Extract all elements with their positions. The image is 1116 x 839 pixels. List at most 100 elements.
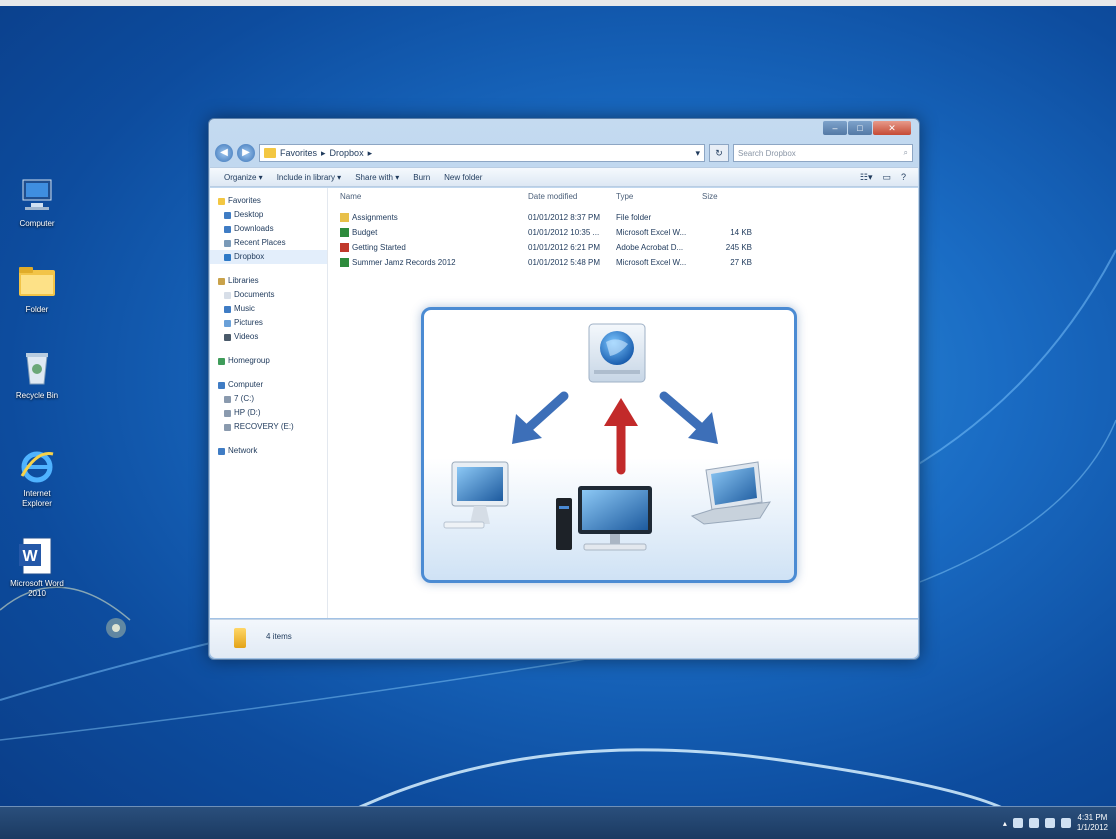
close-button[interactable]: ✕ [873,121,911,135]
nav-item-videos[interactable]: Videos [210,330,327,344]
column-header-size[interactable]: Size [702,192,752,204]
column-header-type[interactable]: Type [616,192,702,204]
desktop-icon-internet-explorer[interactable]: Internet Explorer [8,446,66,509]
videos-icon [224,333,231,341]
desktop-icon-label: Recycle Bin [15,391,59,400]
breadcrumb-dropbox[interactable]: Dropbox [330,148,364,158]
file-type: Microsoft Excel W... [616,258,687,267]
file-row[interactable]: Summer Jamz Records 2012 01/01/2012 5:48 … [340,255,752,270]
volume-icon[interactable] [1044,818,1055,828]
file-type-icon [340,243,349,253]
libraries-icon [218,277,225,285]
nav-item-documents[interactable]: Documents [210,288,327,302]
burn-button[interactable]: Burn [413,173,430,182]
share-with-button[interactable]: Share with ▾ [355,173,399,182]
nav-favorites-header[interactable]: Favorites [210,194,327,208]
desktop-pc-icon [556,486,652,551]
column-header-name[interactable]: Name [340,192,528,204]
clock-date: 1/1/2012 [1076,823,1108,832]
column-header-date[interactable]: Date modified [528,192,616,204]
nav-item-drive-c[interactable]: 7 (C:) [210,392,327,406]
nav-item-downloads[interactable]: Downloads [210,222,327,236]
help-icon[interactable]: ? [901,172,906,183]
show-hidden-icons-icon[interactable]: ▴ [1003,819,1007,828]
laptop-icon [690,461,771,525]
refresh-button[interactable]: ↻ [709,144,729,162]
desktop-icon-label: Folder [25,305,49,314]
file-row[interactable]: Budget 01/01/2012 10:35 ... Microsoft Exce… [340,225,752,240]
nav-item-pictures[interactable]: Pictures [210,316,327,330]
drive-icon [224,423,231,431]
refresh-icon: ↻ [715,148,723,158]
nav-item-music[interactable]: Music [210,302,327,316]
minimize-button[interactable]: – [823,121,847,135]
nav-item-drive-d[interactable]: HP (D:) [210,406,327,420]
views-icon[interactable]: ☷▾ [860,172,873,183]
internet-explorer-icon [17,446,57,486]
nav-network[interactable]: Network [210,444,327,458]
address-bar[interactable]: Favorites ▸ Dropbox ▸ ▾ [259,144,705,162]
search-input[interactable]: Search Dropbox ⌕ [733,144,913,162]
cloud-server-icon [588,323,646,383]
system-tray: ▴ 4:31 PM 1/1/2012 [1003,813,1108,833]
word-icon: W [17,536,57,576]
nav-homegroup[interactable]: Homegroup [210,354,327,368]
favorites-group: Favorites Desktop Downloads Recent Place… [210,194,327,264]
desktop-icon-word[interactable]: W Microsoft Word 2010 [8,536,66,599]
address-dropdown-icon[interactable]: ▾ [695,148,700,159]
downloads-icon [224,225,231,233]
item-count: 4 items [266,632,292,641]
desktop-icon-recycle-bin[interactable]: Recycle Bin [8,348,66,401]
taskbar: ▴ 4:31 PM 1/1/2012 [0,806,1116,839]
address-row: ◀ ▶ Favorites ▸ Dropbox ▸ ▾ ↻ Search Dro… [215,143,913,163]
new-folder-button[interactable]: New folder [444,173,482,182]
file-row[interactable]: Getting Started 01/01/2012 6:21 PM Adobe A… [340,240,752,255]
pictures-icon [224,319,231,327]
sync-diagram [443,323,771,551]
file-type-icon [340,258,349,268]
search-icon: ⌕ [903,148,908,157]
forward-button[interactable]: ▶ [237,144,255,162]
computer-icon [17,176,57,216]
status-bar: 4 items [210,619,918,658]
arrow-up-icon [604,398,638,475]
network-status-icon[interactable] [1028,818,1039,828]
organize-button[interactable]: Organize ▾ [224,173,263,182]
file-date: 01/01/2012 6:21 PM [528,243,601,252]
back-button[interactable]: ◀ [215,144,233,162]
nav-item-drive-e[interactable]: RECOVERY (E:) [210,420,327,434]
back-arrow-icon: ◀ [220,147,228,158]
network-group: Network [210,444,327,458]
recycle-bin-icon [17,348,57,388]
clock[interactable]: 4:31 PM 1/1/2012 [1077,813,1108,833]
nav-libraries-header[interactable]: Libraries [210,274,327,288]
file-type: Microsoft Excel W... [616,228,687,237]
file-type-icon [340,213,349,223]
nav-item-recent-places[interactable]: Recent Places [210,236,327,250]
flag-icon[interactable] [1012,818,1023,828]
nav-item-dropbox[interactable]: Dropbox [210,250,327,264]
maximize-button[interactable]: □ [848,121,872,135]
preview-pane-icon[interactable]: ▭ [882,172,891,183]
desktop-icon-folder[interactable]: Folder [8,262,66,315]
file-type-icon [340,228,349,238]
desktop-icon-computer[interactable]: Computer [8,176,66,229]
file-size [702,210,752,225]
folder-icon [17,262,57,302]
breadcrumb-separator-icon: ▸ [321,147,326,158]
homegroup-icon [218,357,225,365]
breadcrumb-favorites[interactable]: Favorites [280,148,317,158]
sync-illustration [421,307,797,583]
file-row[interactable]: Assignments 01/01/2012 8:37 PM File folder [340,210,752,225]
computer-group: Computer 7 (C:) HP (D:) RECOVERY (E:) [210,378,327,434]
include-in-library-button[interactable]: Include in library ▾ [277,173,342,182]
forward-arrow-icon: ▶ [242,147,250,158]
nav-item-desktop[interactable]: Desktop [210,208,327,222]
file-name: Summer Jamz Records 2012 [340,255,528,270]
power-icon[interactable] [1060,818,1071,828]
breadcrumb-separator-icon: ▸ [367,147,373,158]
drive-icon [224,409,231,417]
file-date: 01/01/2012 10:35 ... [528,228,600,237]
nav-computer-header[interactable]: Computer [210,378,327,392]
desktop-icon [224,211,231,219]
